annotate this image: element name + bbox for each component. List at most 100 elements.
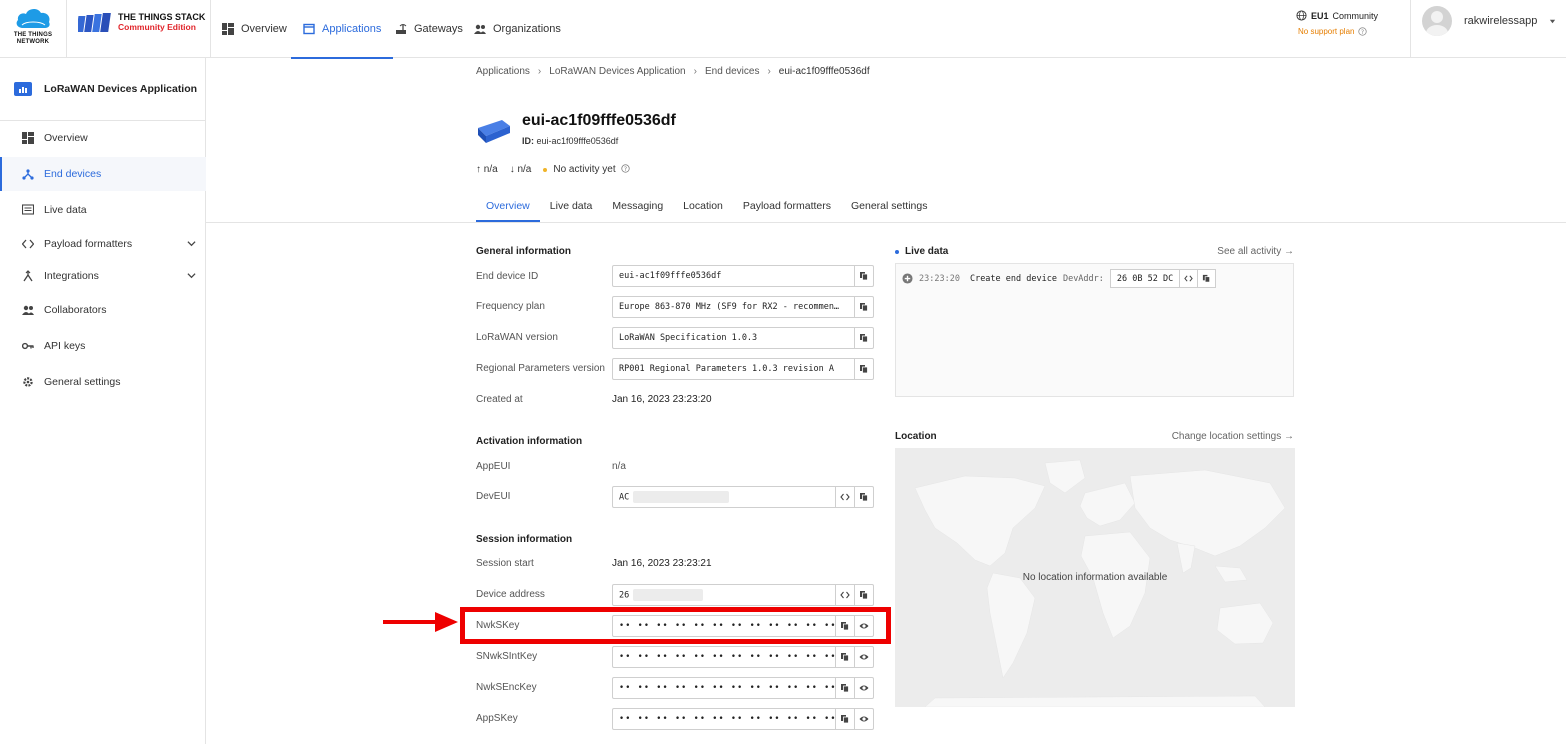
nav-overview[interactable]: Overview [222,0,287,58]
location-map[interactable]: No location information available [895,448,1295,707]
sidebar-item-overview[interactable]: Overview [0,121,206,155]
tab-live-data[interactable]: Live data [540,190,603,222]
deveui-value: AC [613,491,835,503]
eye-icon [859,685,869,691]
breadcrumb-applications[interactable]: Applications [476,66,530,77]
see-all-activity-link[interactable]: See all activity → [1217,246,1294,257]
device-address-prefix: 26 [619,590,630,601]
toggle-format-button[interactable] [835,487,854,507]
nav-applications[interactable]: Applications [291,0,394,59]
status-dot-icon [543,168,548,172]
live-indicator-icon [895,249,899,254]
regional-params-value: RP001 Regional Parameters 1.0.3 revision… [619,364,834,374]
ttn-logo-line1: THE THINGS [13,32,53,38]
copy-icon [841,653,849,662]
sidebar-item-api-keys[interactable]: API keys [0,329,206,363]
uplink-count: n/a [483,164,498,175]
appeui-value: n/a [612,461,626,472]
ttn-logo[interactable]: THE THINGS NETWORK [10,4,56,52]
gear-icon [23,377,33,387]
copy-icon [860,303,868,312]
sidebar-item-general-settings[interactable]: General settings [0,365,206,399]
support-plan[interactable]: No support plan [1298,27,1354,36]
sidebar-item-label: General settings [44,376,121,388]
copy-button[interactable] [835,647,854,667]
show-value-button[interactable] [854,709,873,729]
the-things-stack-logo[interactable]: THE THINGS STACK Community Edition [78,10,205,40]
nav-gateways-label: Gateways [414,23,463,35]
device-address-label: Device address [476,589,545,600]
application-title[interactable]: LoRaWAN Devices Application [14,82,197,96]
help-icon[interactable]: ? [621,164,631,173]
device-stats: ↑ n/a ↓ n/a No activity yet ? [476,164,631,175]
user-menu[interactable]: rakwirelessapp [1422,6,1556,36]
lorawan-version-field: LoRaWAN Specification 1.0.3 [612,327,874,349]
breadcrumb-application[interactable]: LoRaWAN Devices Application [549,66,685,77]
copy-icon [860,493,868,502]
copy-button[interactable] [854,297,873,317]
regional-params-label: Regional Parameters version [476,363,605,374]
globe-icon [1296,10,1307,21]
copy-button[interactable] [854,328,873,348]
tab-location[interactable]: Location [673,190,733,222]
chevron-right-icon: › [693,66,697,77]
copy-button[interactable] [835,678,854,698]
avatar [1422,6,1452,36]
copy-button[interactable] [854,266,873,286]
sidebar-item-end-devices[interactable]: End devices [0,157,206,191]
frequency-plan-value: Europe 863-870 MHz (SF9 for RX2 - recomm… [619,302,840,312]
copy-icon [1203,274,1211,283]
tab-overview[interactable]: Overview [476,190,540,222]
show-value-button[interactable] [854,678,873,698]
change-location-settings-link[interactable]: Change location settings → [1172,431,1294,442]
top-navigation: THE THINGS NETWORK THE THINGS STACK Comm… [0,0,1566,59]
tab-general-settings[interactable]: General settings [841,190,937,222]
copy-button[interactable] [854,585,873,605]
username: rakwirelessapp [1464,15,1538,27]
nav-gateways[interactable]: Gateways [395,0,463,58]
lorawan-version-value: LoRaWAN Specification 1.0.3 [619,333,758,343]
snwksintkey-field: •• •• •• •• •• •• •• •• •• •• •• •• •• •… [612,646,874,668]
device-address-value: 26 [613,589,835,601]
code-icon [840,591,850,599]
downlink-count: n/a [517,164,532,175]
divider [210,0,211,58]
live-data-panel: 23:23:20 Create end device DevAddr: 26 0… [895,263,1294,397]
created-at-label: Created at [476,394,523,405]
key-icon [22,342,34,350]
page-title: eui-ac1f09fffe0536df [522,112,676,129]
toggle-format-button[interactable] [835,585,854,605]
dashboard-icon [22,132,34,144]
appskey-field: •• •• •• •• •• •• •• •• •• •• •• •• •• •… [612,708,874,730]
activity-text: No activity yet [553,164,616,175]
copy-button[interactable] [854,359,873,379]
device-tabs: Overview Live data Messaging Location Pa… [476,190,937,222]
general-information-title: General information [476,246,572,257]
copy-button[interactable] [835,709,854,729]
help-icon[interactable]: ? [1358,27,1368,36]
tab-messaging[interactable]: Messaging [602,190,673,222]
device-tree-icon [22,169,34,180]
sidebar-item-integrations[interactable]: Integrations [0,259,206,293]
copy-icon [860,334,868,343]
show-value-button[interactable] [854,647,873,667]
nav-organizations[interactable]: Organizations [474,0,561,58]
sidebar-item-label: Live data [44,204,87,216]
region-indicator[interactable]: EU1 Community No support plan ? [1296,10,1406,36]
people-icon [22,305,34,315]
toggle-format-button[interactable] [1179,270,1197,287]
sidebar-item-payload-formatters[interactable]: Payload formatters [0,227,206,261]
nav-overview-label: Overview [241,23,287,35]
sidebar-item-collaborators[interactable]: Collaborators [0,293,206,327]
copy-button[interactable] [854,487,873,507]
live-event-row[interactable]: 23:23:20 Create end device DevAddr: 26 0… [902,269,1217,288]
sidebar-item-label: Collaborators [44,304,107,316]
tab-payload-formatters[interactable]: Payload formatters [733,190,841,222]
copy-button[interactable] [1197,270,1215,287]
application-title-label: LoRaWAN Devices Application [44,83,198,95]
breadcrumb-end-devices[interactable]: End devices [705,66,759,77]
copy-icon [860,591,868,600]
sidebar-item-live-data[interactable]: Live data [0,193,206,227]
code-icon [840,493,850,501]
svg-text:?: ? [1361,29,1364,36]
